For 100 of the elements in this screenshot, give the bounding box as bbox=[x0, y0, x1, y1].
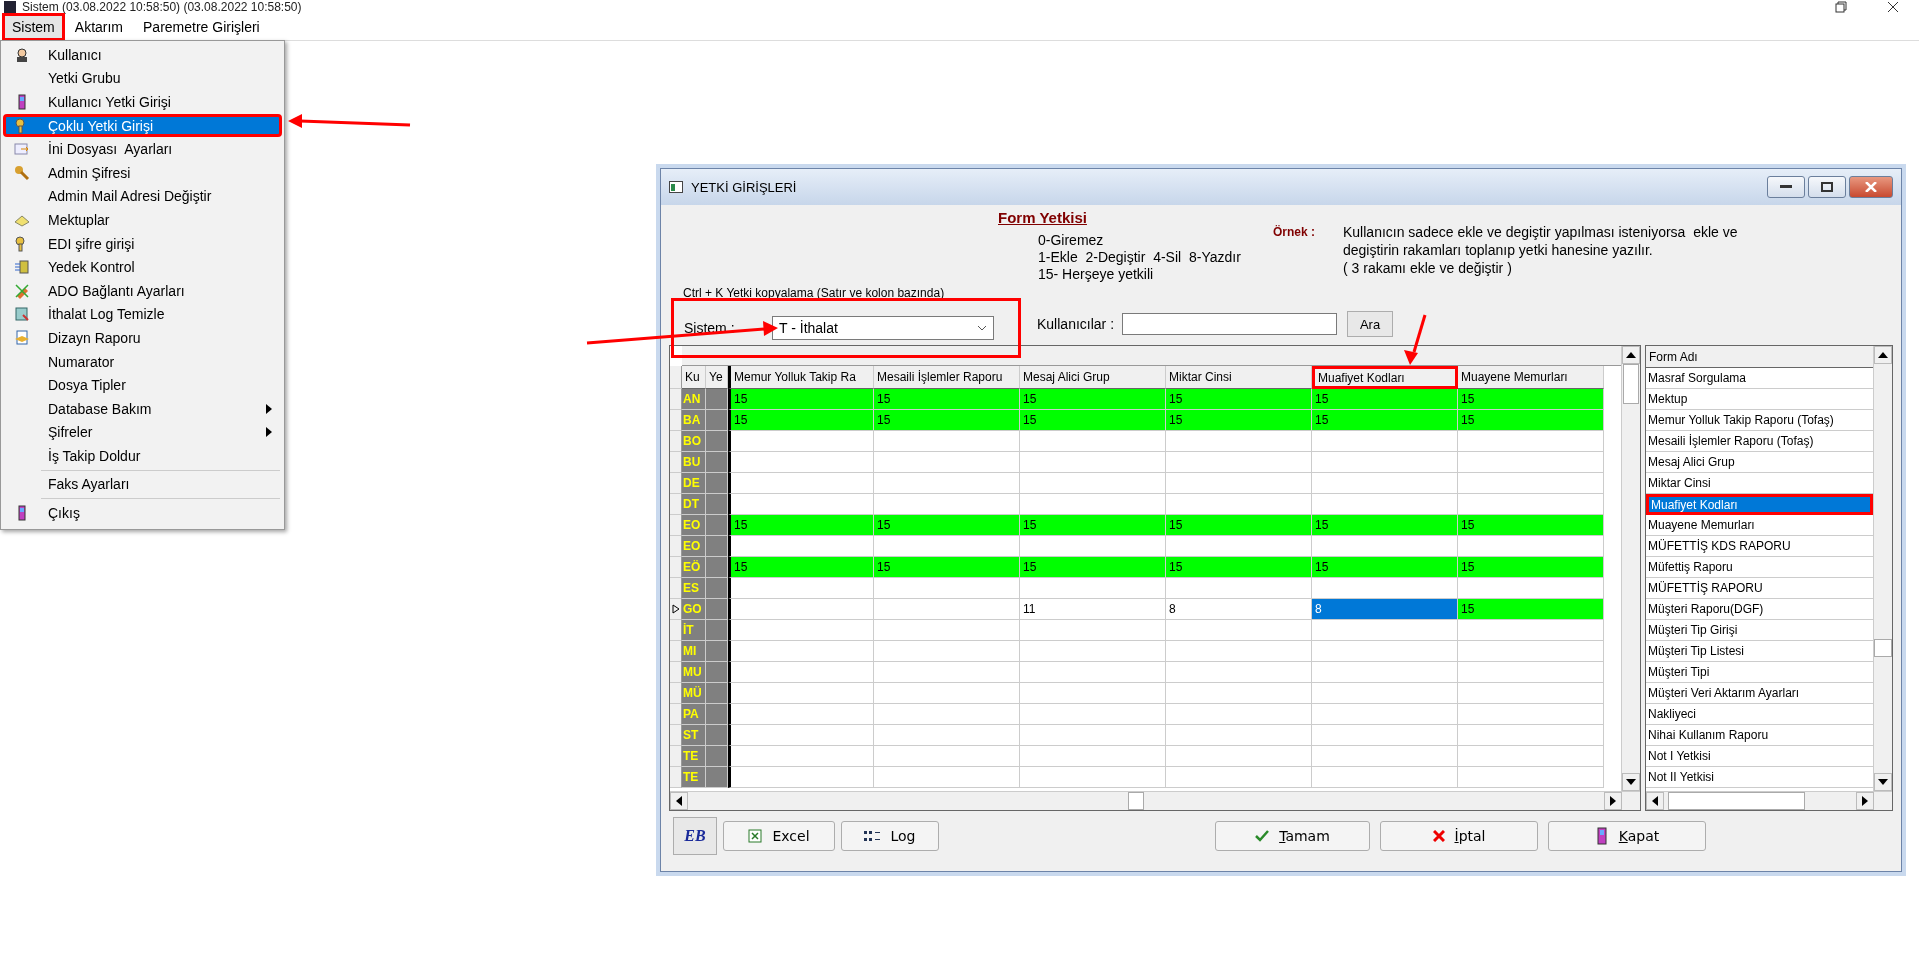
table-cell[interactable]: AN bbox=[682, 389, 706, 410]
ok-button[interactable]: Tamam bbox=[1215, 821, 1370, 851]
table-cell[interactable] bbox=[706, 704, 728, 725]
list-item[interactable]: MÜFETTİŞ KDS RAPORU bbox=[1646, 536, 1873, 557]
table-cell[interactable] bbox=[728, 767, 874, 788]
table-cell[interactable] bbox=[1020, 620, 1166, 641]
table-cell[interactable] bbox=[1312, 746, 1458, 767]
scroll-right-icon[interactable] bbox=[1610, 796, 1616, 806]
table-cell[interactable]: 15 bbox=[1020, 515, 1166, 536]
table-cell[interactable]: 15 bbox=[1312, 557, 1458, 578]
minimize-button[interactable] bbox=[1767, 176, 1805, 198]
list-item[interactable]: Mektup bbox=[1646, 389, 1873, 410]
menu-item[interactable]: Dizayn Raporu bbox=[3, 326, 282, 350]
table-cell[interactable]: 15 bbox=[1458, 557, 1604, 578]
menu-item[interactable]: Numarator bbox=[3, 349, 282, 374]
menu-item[interactable]: İş Takip Doldur bbox=[3, 444, 282, 468]
list-item[interactable]: Not II Yetkisi bbox=[1646, 767, 1873, 788]
sistem-dropdown[interactable]: T - İthalat bbox=[772, 316, 994, 340]
table-cell[interactable]: 15 bbox=[1458, 389, 1604, 410]
table-cell[interactable] bbox=[706, 620, 728, 641]
list-item[interactable]: Memur Yolluk Takip Raporu (Tofaş) bbox=[1646, 410, 1873, 431]
column-header[interactable]: Mesaj Alici Grup bbox=[1020, 366, 1166, 389]
close-button[interactable]: Kapat bbox=[1548, 821, 1706, 851]
table-cell[interactable] bbox=[728, 725, 874, 746]
table-cell[interactable] bbox=[706, 599, 728, 620]
table-cell[interactable]: 15 bbox=[1166, 515, 1312, 536]
scroll-thumb[interactable] bbox=[1874, 639, 1892, 657]
table-cell[interactable] bbox=[706, 473, 728, 494]
table-cell[interactable]: 15 bbox=[1020, 557, 1166, 578]
table-cell[interactable] bbox=[1312, 473, 1458, 494]
table-cell[interactable]: MU bbox=[682, 662, 706, 683]
menu-item[interactable]: İni Dosyası Ayarları bbox=[3, 137, 282, 161]
table-cell[interactable] bbox=[706, 641, 728, 662]
table-cell[interactable] bbox=[874, 473, 1020, 494]
menu-item[interactable]: Kullanıcı bbox=[3, 43, 282, 67]
table-cell[interactable] bbox=[1166, 725, 1312, 746]
table-cell[interactable] bbox=[874, 746, 1020, 767]
table-cell[interactable] bbox=[874, 620, 1020, 641]
table-cell[interactable] bbox=[1458, 746, 1604, 767]
table-cell[interactable] bbox=[1020, 641, 1166, 662]
list-item[interactable]: Mesaili İşlemler Raporu (Tofaş) bbox=[1646, 431, 1873, 452]
scroll-thumb[interactable] bbox=[1128, 792, 1144, 810]
table-cell[interactable] bbox=[874, 599, 1020, 620]
cancel-button[interactable]: İptal bbox=[1380, 821, 1538, 851]
menu-item[interactable]: Kullanıcı Yetki Girişi bbox=[3, 90, 282, 114]
scroll-thumb[interactable] bbox=[1668, 792, 1805, 810]
log-button[interactable]: Log bbox=[841, 821, 939, 851]
menu-item[interactable]: Sistem bbox=[2, 13, 65, 41]
maximize-button[interactable] bbox=[1808, 176, 1846, 198]
table-cell[interactable] bbox=[1458, 767, 1604, 788]
table-cell[interactable] bbox=[1166, 662, 1312, 683]
excel-button[interactable]: Excel bbox=[723, 821, 835, 851]
table-cell[interactable] bbox=[706, 557, 728, 578]
table-cell[interactable] bbox=[706, 536, 728, 557]
list-item[interactable]: Nihai Kullanım Raporu bbox=[1646, 725, 1873, 746]
table-cell[interactable]: 15 bbox=[1458, 599, 1604, 620]
table-cell[interactable]: 15 bbox=[1020, 389, 1166, 410]
scroll-up-icon[interactable] bbox=[1626, 352, 1636, 358]
menu-item[interactable]: Admin Mail Adresi Değiştir bbox=[3, 184, 282, 209]
list-item[interactable]: Müşteri Tip Girişi bbox=[1646, 620, 1873, 641]
table-cell[interactable] bbox=[706, 662, 728, 683]
column-header[interactable]: Mesaili İşlemler Raporu bbox=[874, 366, 1020, 389]
horizontal-scrollbar[interactable] bbox=[670, 791, 1640, 810]
table-cell[interactable] bbox=[1020, 452, 1166, 473]
list-item[interactable]: Muafiyet Kodları bbox=[1646, 494, 1873, 515]
table-cell[interactable] bbox=[1166, 578, 1312, 599]
table-cell[interactable]: DE bbox=[682, 473, 706, 494]
menu-item[interactable]: Faks Ayarları bbox=[3, 472, 282, 497]
table-cell[interactable] bbox=[1166, 452, 1312, 473]
table-cell[interactable] bbox=[1020, 767, 1166, 788]
list-item[interactable]: Mesaj Alici Grup bbox=[1646, 452, 1873, 473]
menu-item[interactable]: Şifreler bbox=[3, 420, 282, 445]
column-header[interactable]: Ye bbox=[706, 366, 728, 389]
row-header[interactable] bbox=[670, 599, 682, 620]
table-cell[interactable] bbox=[1312, 704, 1458, 725]
menu-item[interactable]: Aktarım bbox=[64, 13, 134, 41]
list-item[interactable]: Not I Yetkisi bbox=[1646, 746, 1873, 767]
table-cell[interactable] bbox=[1312, 620, 1458, 641]
table-cell[interactable] bbox=[706, 410, 728, 431]
table-cell[interactable]: EÖ bbox=[682, 557, 706, 578]
table-cell[interactable] bbox=[728, 662, 874, 683]
table-cell[interactable] bbox=[706, 494, 728, 515]
table-cell[interactable]: 15 bbox=[874, 515, 1020, 536]
table-cell[interactable]: 8 bbox=[1312, 599, 1458, 620]
close-button[interactable] bbox=[1849, 176, 1893, 198]
table-cell[interactable] bbox=[1020, 473, 1166, 494]
table-cell[interactable] bbox=[1312, 431, 1458, 452]
close-icon[interactable] bbox=[1887, 1, 1899, 13]
table-cell[interactable]: 15 bbox=[874, 410, 1020, 431]
table-cell[interactable] bbox=[1458, 725, 1604, 746]
vertical-scrollbar[interactable] bbox=[1621, 346, 1640, 791]
table-cell[interactable]: 15 bbox=[728, 389, 874, 410]
table-cell[interactable] bbox=[874, 452, 1020, 473]
table-cell[interactable]: BO bbox=[682, 431, 706, 452]
restore-icon[interactable] bbox=[1835, 1, 1847, 13]
table-cell[interactable] bbox=[706, 746, 728, 767]
table-cell[interactable] bbox=[706, 431, 728, 452]
table-cell[interactable] bbox=[874, 683, 1020, 704]
scroll-up-icon[interactable] bbox=[1878, 352, 1888, 358]
scroll-right-icon[interactable] bbox=[1862, 796, 1868, 806]
